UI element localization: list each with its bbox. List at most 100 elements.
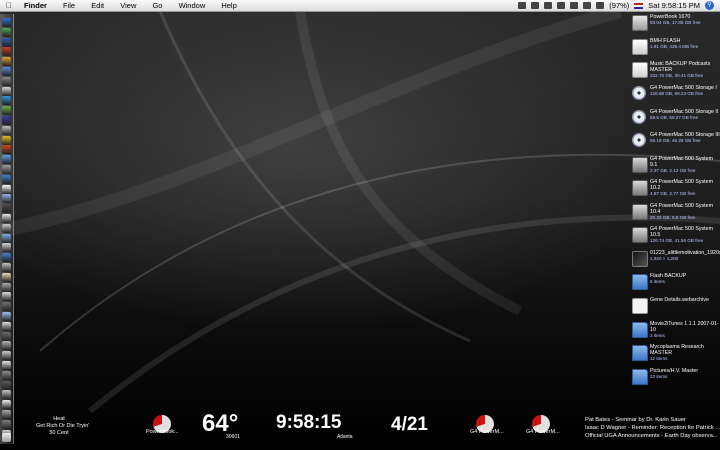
dock-app-icon[interactable] (2, 321, 11, 331)
desktop-item[interactable]: G4 PowerMac 500 System 10.2 4.87 GB, 2.77… (630, 179, 720, 203)
apple-menu-icon[interactable]:  (6, 0, 12, 11)
flash-icon (632, 39, 648, 55)
headline-item[interactable]: Isaac D Wagner - Reminder: Reception for… (585, 424, 720, 432)
menu-go[interactable]: Go (152, 1, 162, 10)
dock-app-icon[interactable] (2, 214, 11, 223)
dock-app-icon[interactable] (2, 223, 11, 233)
dock-app-icon[interactable] (2, 302, 11, 312)
dock-app-icon[interactable] (2, 204, 11, 214)
desktop-item-text: Music BACKUP Podcasts MASTER 232.76 GB, 3… (650, 61, 720, 80)
dock-app-icon[interactable] (2, 18, 11, 27)
dock-app-icon[interactable] (2, 165, 11, 174)
dock-app-icon[interactable] (2, 272, 11, 282)
dock-app-icon[interactable] (2, 312, 11, 321)
headline-item[interactable]: Pat Bates - Seminar by Dr. Karin Sauer (585, 416, 720, 424)
trash-icon[interactable] (2, 433, 11, 442)
wifi-icon[interactable] (544, 2, 553, 9)
speaker-icon[interactable] (583, 2, 592, 9)
music-track: Heat (53, 416, 65, 422)
desktop-item[interactable]: Flash BACKUP 6 items (630, 273, 720, 297)
desktop-item[interactable]: Gene Details.webarchive (630, 297, 720, 321)
desktop-item[interactable]: Pictures/H.V. Master 23 items (630, 368, 720, 392)
menubar-clock[interactable]: Sat 9:58:15 PM (648, 0, 700, 11)
desktop-item[interactable]: Music BACKUP Podcasts MASTER 232.76 GB, 3… (630, 61, 720, 85)
desktop-item[interactable]: G4 PowerMac 500 Storage I 126.88 GB, 59.2… (630, 85, 720, 109)
desktop-item-info: 3 items (650, 333, 665, 339)
battery-icon[interactable] (596, 2, 605, 9)
dock-app-icon[interactable] (2, 282, 11, 292)
desktop-item[interactable]: BMH FLASH 1.91 GB, 428.4 MB free (630, 38, 720, 62)
desktop-item[interactable]: G4 PowerMac 500 Storage II 59.5 GB, 59.27… (630, 109, 720, 133)
dock-app-icon[interactable] (2, 37, 11, 47)
menu-help[interactable]: Help (221, 1, 236, 10)
dock-app-icon[interactable] (2, 380, 11, 390)
menu-view[interactable]: View (120, 1, 136, 10)
dock-app-icon[interactable] (2, 76, 11, 86)
desktop-item-text: Gene Details.webarchive (650, 297, 720, 303)
dock-app-icon[interactable] (2, 184, 11, 194)
dock-app-icon[interactable] (2, 331, 11, 341)
dock-app-icon[interactable] (2, 86, 11, 96)
headline-item[interactable]: Official UGA Announcements - Earth Day o… (585, 432, 720, 440)
dock-app-icon[interactable] (2, 351, 11, 361)
dock-app-icon[interactable] (2, 243, 11, 253)
desktop-item[interactable]: Movie2iTunes 1.1.1 2007-01-10 3 items (630, 321, 720, 345)
desktop-item-info: 20.33 GB, 5.5 GB free (650, 215, 696, 221)
dock-app-icon[interactable] (2, 67, 11, 76)
clock-widget-time[interactable]: 9:58:15 (276, 412, 342, 434)
dock-app-icon[interactable] (2, 253, 11, 263)
menu-extras: (97%) Sat 9:58:15 PM ⚲ (518, 0, 714, 11)
dock-app-icon[interactable] (2, 27, 11, 37)
spotlight-search-icon[interactable]: ⚲ (705, 1, 714, 10)
dock-app-icon[interactable] (2, 145, 11, 155)
desktop-item-text: G4 PowerMac 500 Storage II 59.5 GB, 59.27… (650, 109, 720, 121)
desktop-item[interactable]: G4 PowerMac 500 System 10.5 126.74 GB, 41… (630, 226, 720, 250)
itunes-widget[interactable]: Heat Get Rich Or Die Tryin' 50 Cent (36, 416, 89, 436)
dock-app-icon[interactable] (2, 47, 11, 57)
menu-edit[interactable]: Edit (91, 1, 104, 10)
dock-app-icon[interactable] (2, 96, 11, 106)
desktop-item-text: G4 PowerMac 500 System 9.1 2.37 GB, 2.12 … (650, 156, 720, 175)
dock-app-icon[interactable] (2, 361, 11, 370)
dock-app-icon[interactable] (2, 57, 11, 67)
desktop-item[interactable]: G4 PowerMac 500 System 9.1 2.37 GB, 2.12 … (630, 156, 720, 180)
dock-app-icon[interactable] (2, 233, 11, 243)
desktop-item-name: Movie2iTunes 1.1.1 2007-01-10 (650, 321, 719, 334)
dock-app-icon[interactable] (2, 410, 11, 419)
battery-percent[interactable]: (97%) (609, 0, 629, 11)
dock-app-icon[interactable] (2, 263, 11, 272)
disk-usage-label-3: G4 PowerM... (526, 429, 560, 435)
dock-app-icon[interactable] (2, 174, 11, 184)
desktop-item[interactable]: Mycoplasma Research MASTER 12 items (630, 344, 720, 368)
dock-app-icon[interactable] (2, 400, 11, 410)
desktop-item-info: 6 items (650, 279, 665, 285)
dock-app-icon[interactable] (2, 125, 11, 135)
input-flag-icon[interactable] (634, 2, 644, 9)
desktop-item-info: 59.19 GB, 46.28 GB free (650, 138, 701, 144)
calendar-widget-date[interactable]: 4/21 (391, 414, 428, 436)
desktop-item-info: 59.5 GB, 59.27 GB free (650, 115, 699, 121)
desktop-item[interactable]: PowerBook 1670 93.04 GB, 17.86 GB free (630, 14, 720, 38)
dock-app-icon[interactable] (2, 292, 11, 302)
menu-window[interactable]: Window (179, 1, 206, 10)
dock-app-icon[interactable] (2, 370, 11, 380)
sync-icon[interactable] (557, 2, 566, 9)
desktop-item-info: 1.91 GB, 428.4 MB free (650, 44, 699, 50)
dock-app-icon[interactable] (2, 106, 11, 116)
bluetooth-icon[interactable] (570, 2, 579, 9)
desktop-item[interactable]: G4 PowerMac 500 Storage III 59.19 GB, 46.… (630, 132, 720, 156)
dock-app-icon[interactable] (2, 194, 11, 204)
dock-app-icon[interactable] (2, 390, 11, 400)
desktop-item[interactable]: 01223_alittlemotivation_1920x1200.jpg1,9… (630, 250, 720, 274)
dock-app-icon[interactable] (2, 419, 11, 429)
menu-file[interactable]: File (63, 1, 75, 10)
menu-app-finder[interactable]: Finder (24, 1, 47, 10)
display-icon[interactable] (531, 2, 540, 9)
volume-icon[interactable] (518, 2, 527, 9)
desktop-item[interactable]: G4 PowerMac 500 System 10.4 20.33 GB, 5.5… (630, 203, 720, 227)
dock-app-icon[interactable] (2, 341, 11, 351)
menu-bar:  Finder File Edit View Go Window Help (… (0, 0, 720, 12)
dock-app-icon[interactable] (2, 116, 11, 125)
dock-app-icon[interactable] (2, 155, 11, 165)
dock-app-icon[interactable] (2, 135, 11, 145)
